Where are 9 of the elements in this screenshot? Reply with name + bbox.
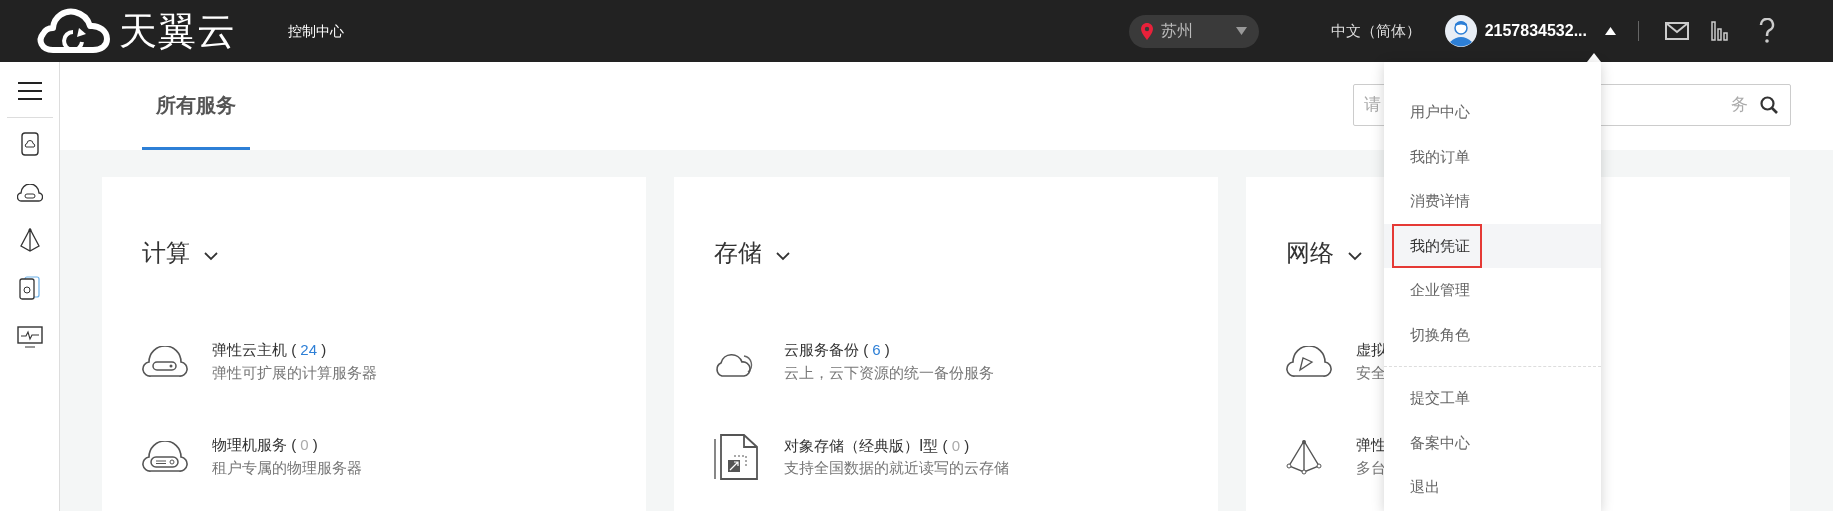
service-description: 支持全国数据的就近读写的云存储: [784, 458, 1009, 478]
service-description: 多台: [1356, 457, 1386, 478]
placeholder-text: 务: [1731, 94, 1748, 117]
brand-name: 天翼云: [119, 12, 236, 50]
service-description: 弹性可扩展的计算服务器: [212, 362, 377, 383]
service-description: 安全: [1356, 362, 1386, 383]
service-description: 租户专属的物理服务器: [212, 457, 362, 478]
placeholder-text: 请: [1364, 94, 1381, 117]
service-description: 云上，云下资源的统一备份服务: [784, 362, 994, 383]
